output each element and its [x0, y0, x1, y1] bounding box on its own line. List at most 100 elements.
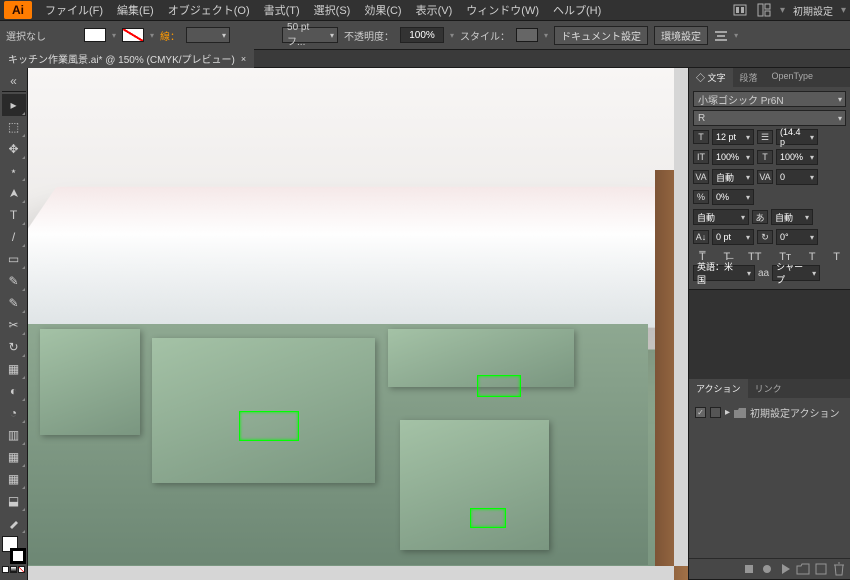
action-dialog-icon[interactable]: [710, 407, 721, 418]
menu-type[interactable]: 書式(T): [257, 2, 307, 18]
vertical-scrollbar[interactable]: [674, 68, 688, 566]
selection-outline: [470, 508, 506, 528]
action-checkbox[interactable]: ✓: [695, 407, 706, 418]
menu-bar: Ai ファイル(F) 編集(E) オブジェクト(O) 書式(T) 選択(S) 効…: [0, 0, 850, 20]
tracking-icon: VA: [757, 170, 773, 184]
actions-panel: アクション リンク ✓ ▸ 初期設定アクション: [689, 379, 850, 580]
pencil-tool[interactable]: ✎: [2, 292, 26, 314]
tab-character[interactable]: ◇ 文字: [689, 68, 733, 87]
document-tab[interactable]: キッチン作業風景.ai* @ 150% (CMYK/プレビュー) ×: [0, 49, 254, 68]
antialias-dropdown[interactable]: シャープ: [772, 265, 820, 281]
rotate-tool[interactable]: ↻: [2, 336, 26, 358]
rotation-field[interactable]: 0°: [776, 229, 818, 245]
antialias-label: aa: [758, 268, 769, 279]
pen-tool[interactable]: [2, 182, 26, 204]
play-icon[interactable]: [778, 562, 792, 576]
canvas[interactable]: [28, 68, 688, 580]
menu-help[interactable]: ヘルプ(H): [546, 2, 608, 18]
superscript-icon[interactable]: TT: [748, 251, 761, 263]
action-set-row[interactable]: ✓ ▸ 初期設定アクション: [695, 402, 844, 423]
font-style-dropdown[interactable]: R: [693, 110, 846, 126]
tab-opentype[interactable]: OpenType: [765, 68, 821, 87]
char-rotation-field[interactable]: 0 pt: [712, 229, 754, 245]
fill-stroke-control[interactable]: [2, 536, 26, 564]
width-tool[interactable]: ◐: [2, 380, 26, 402]
leading-field[interactable]: (14.4 p: [776, 129, 818, 145]
document-tab-strip: キッチン作業風景.ai* @ 150% (CMYK/プレビュー) ×: [0, 50, 850, 68]
tool-panel: « ▸ ⬚ ✥ ⋆ T / ▭ ✎ ✎ ✂ ↻ ▦ ◐ ◔ ▥ ▦ ▦ ⬓: [0, 68, 28, 580]
align-icon[interactable]: [714, 28, 728, 42]
shape-builder-tool[interactable]: ▥: [2, 424, 26, 446]
color-mode-buttons[interactable]: [2, 566, 25, 573]
menu-select[interactable]: 選択(S): [307, 2, 358, 18]
close-tab-icon[interactable]: ×: [241, 54, 246, 64]
aki-field[interactable]: 自動: [771, 209, 813, 225]
vscale-field[interactable]: 100%: [712, 149, 754, 165]
menu-view[interactable]: 表示(V): [409, 2, 460, 18]
magic-wand-tool[interactable]: ✥: [2, 138, 26, 160]
opacity-field[interactable]: [400, 27, 444, 43]
font-family-dropdown[interactable]: 小塚ゴシック Pr6N: [693, 91, 846, 107]
smallcaps-icon[interactable]: T: [833, 251, 840, 263]
paintbrush-tool[interactable]: ✎: [2, 270, 26, 292]
menu-file[interactable]: ファイル(F): [38, 2, 110, 18]
app-logo: Ai: [4, 1, 32, 19]
workspace-label[interactable]: 初期設定: [793, 3, 833, 18]
style-swatch[interactable]: [516, 28, 538, 42]
no-selection-label: 選択なし: [6, 28, 46, 43]
horizontal-scrollbar[interactable]: [28, 566, 674, 580]
new-folder-icon[interactable]: [796, 562, 810, 576]
fill-swatch[interactable]: [84, 28, 106, 42]
char-rotation-icon: A↓: [693, 230, 709, 244]
lang-dropdown[interactable]: 英語：米国: [693, 265, 755, 281]
aki-icon: あ: [752, 210, 768, 224]
doc-setup-button[interactable]: ドキュメント設定: [554, 26, 648, 45]
font-size-icon: T: [693, 130, 709, 144]
new-action-icon[interactable]: [814, 562, 828, 576]
stroke-color[interactable]: [10, 548, 26, 564]
line-tool[interactable]: /: [2, 226, 26, 248]
style-label: スタイル：: [460, 28, 510, 43]
menu-object[interactable]: オブジェクト(O): [161, 2, 257, 18]
tsume-field[interactable]: 自動: [693, 209, 749, 225]
mesh-tool[interactable]: ▦: [2, 468, 26, 490]
vscale-icon: IT: [693, 150, 709, 164]
menu-effect[interactable]: 効果(C): [357, 2, 408, 18]
type-tool[interactable]: T: [2, 204, 26, 226]
tool-collapse[interactable]: «: [2, 70, 26, 92]
record-icon[interactable]: [760, 562, 774, 576]
tracking-field[interactable]: 0: [776, 169, 818, 185]
arrange-docs-icon[interactable]: [756, 2, 772, 18]
font-size-field[interactable]: 12 pt: [712, 129, 754, 145]
action-set-label: 初期設定アクション: [750, 405, 840, 420]
tab-paragraph[interactable]: 段落: [733, 68, 765, 87]
gradient-tool[interactable]: ⬓: [2, 490, 26, 512]
free-transform-tool[interactable]: ◔: [2, 402, 26, 424]
stroke-swatch[interactable]: [122, 28, 144, 42]
perspective-grid-tool[interactable]: ▦: [2, 446, 26, 468]
prefs-button[interactable]: 環境設定: [654, 26, 708, 45]
menu-edit[interactable]: 編集(E): [110, 2, 161, 18]
selection-tool[interactable]: ▸: [2, 94, 26, 116]
kerning-field[interactable]: 自動: [712, 169, 754, 185]
trash-icon[interactable]: [832, 562, 846, 576]
stroke-width-dropdown[interactable]: [186, 27, 230, 43]
eyedropper-tool[interactable]: [2, 512, 26, 534]
brush-dropdown[interactable]: 50 pt フ...: [282, 27, 338, 43]
baseline-field[interactable]: 0%: [712, 189, 754, 205]
tab-actions[interactable]: アクション: [689, 379, 748, 398]
allcaps-icon[interactable]: T: [809, 251, 816, 263]
lasso-tool[interactable]: ⋆: [2, 160, 26, 182]
hscale-field[interactable]: 100%: [776, 149, 818, 165]
folder-collapse-icon[interactable]: ▸: [725, 407, 730, 418]
bridge-icon[interactable]: [732, 2, 748, 18]
scale-tool[interactable]: ▦: [2, 358, 26, 380]
character-panel: ◇ 文字 段落 OpenType 小塚ゴシック Pr6N R T 12 pt ☰…: [689, 68, 850, 290]
menu-window[interactable]: ウィンドウ(W): [459, 2, 546, 18]
eraser-tool[interactable]: ✂: [2, 314, 26, 336]
tab-links[interactable]: リンク: [748, 379, 789, 398]
stop-icon[interactable]: [742, 562, 756, 576]
selection-outline: [239, 411, 299, 441]
direct-selection-tool[interactable]: ⬚: [2, 116, 26, 138]
rectangle-tool[interactable]: ▭: [2, 248, 26, 270]
